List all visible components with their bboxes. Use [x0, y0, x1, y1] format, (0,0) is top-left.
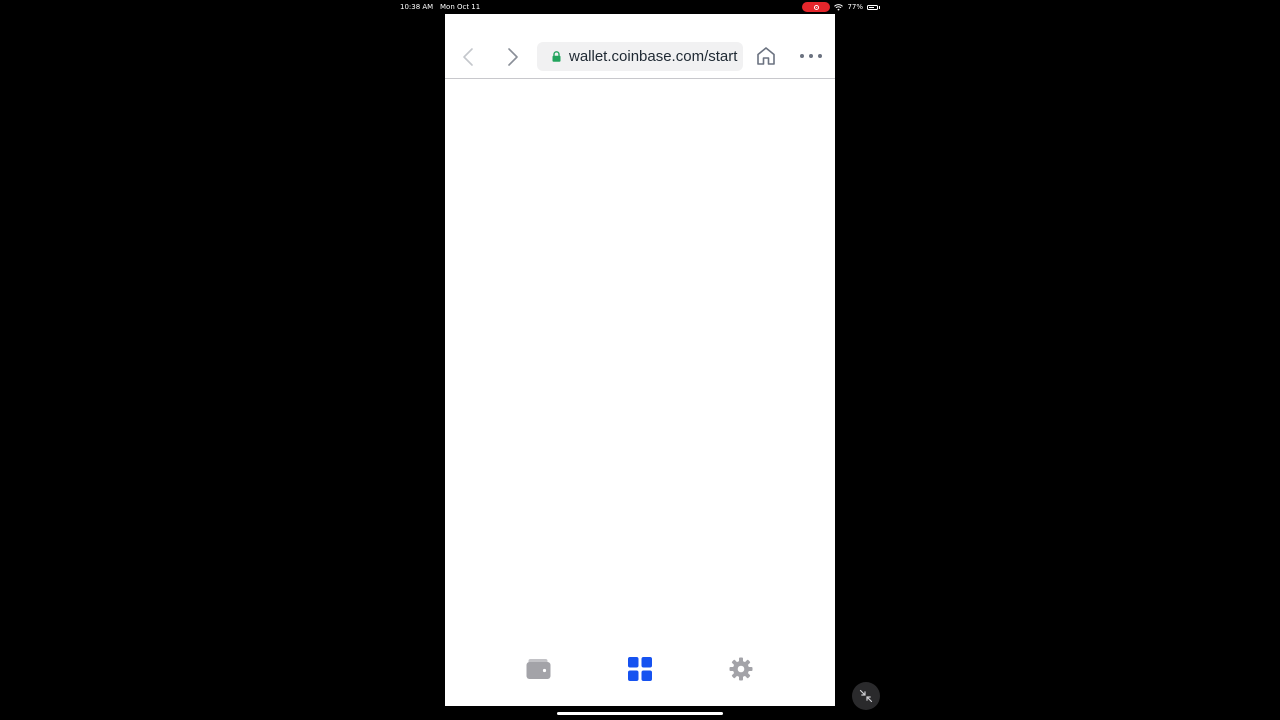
lock-icon [552, 51, 561, 62]
forward-button[interactable] [501, 44, 525, 70]
address-bar[interactable]: wallet.coinbase.com/start [537, 42, 743, 71]
wifi-icon [834, 3, 844, 10]
status-bar: 10:38 AM Mon Oct 11 77% [400, 0, 880, 14]
home-indicator[interactable] [557, 712, 723, 715]
browser-toolbar: wallet.coinbase.com/start [445, 14, 835, 79]
record-icon [813, 4, 819, 10]
wallet-icon [526, 659, 550, 679]
tab-apps[interactable] [626, 655, 654, 683]
collapse-arrows-icon [859, 689, 873, 703]
status-date: Mon Oct 11 [440, 3, 481, 11]
more-dot [818, 54, 822, 58]
status-time: 10:38 AM [400, 3, 434, 11]
more-horizontal-icon [800, 54, 804, 58]
app-window: wallet.coinbase.com/start [445, 14, 835, 706]
more-dot [809, 54, 813, 58]
url-text: wallet.coinbase.com/start [569, 48, 738, 65]
battery-fill [869, 6, 874, 8]
grid-icon [628, 657, 652, 681]
home-icon [757, 47, 775, 65]
more-options-button[interactable] [800, 48, 822, 64]
device-screen: 10:38 AM Mon Oct 11 77% wallet.coinbase.… [0, 0, 1280, 720]
chevron-right-icon [508, 48, 518, 66]
battery-cap [879, 5, 880, 9]
chevron-left-icon [463, 48, 473, 66]
back-button[interactable] [456, 44, 480, 70]
bottom-tab-bar [445, 640, 835, 706]
battery-percentage: 77% [847, 3, 863, 11]
screen-recording-indicator[interactable] [802, 2, 831, 12]
home-button[interactable] [755, 45, 777, 67]
tab-wallet[interactable] [524, 655, 552, 683]
web-content-area [445, 80, 835, 640]
gear-icon [729, 657, 753, 681]
tab-settings[interactable] [727, 655, 755, 683]
status-indicators: 77% [802, 1, 880, 13]
picture-in-picture-button[interactable] [852, 682, 880, 710]
battery-icon [867, 4, 878, 10]
